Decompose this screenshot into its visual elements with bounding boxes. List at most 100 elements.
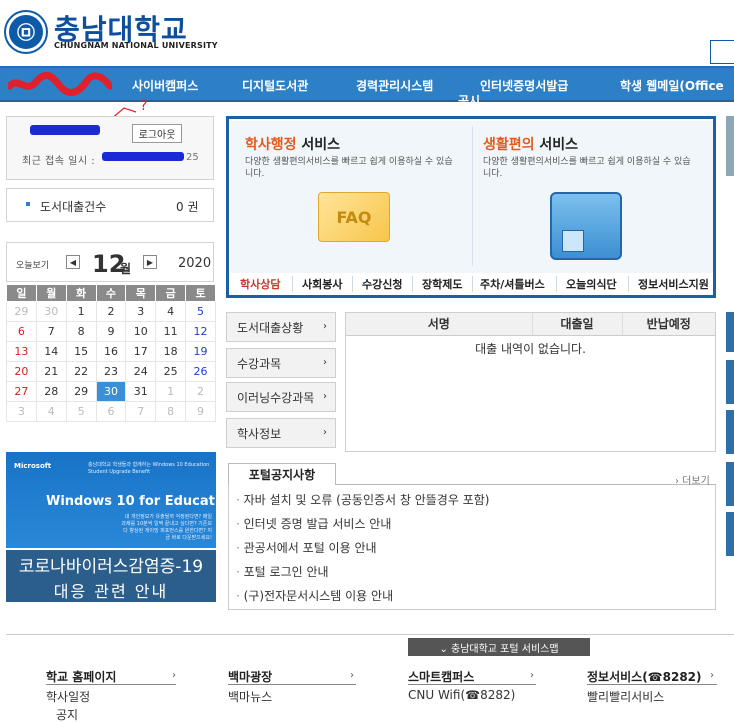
calendar-day[interactable]: 23 <box>95 361 127 382</box>
tab-scholarship[interactable]: 장학제도 <box>422 276 462 292</box>
notice-item[interactable]: 포털 로그인 안내 <box>236 563 329 580</box>
side-btn-elearning[interactable]: 이러닝수강과목 › <box>226 382 336 412</box>
tab-course-registration[interactable]: 수강신청 <box>362 276 402 292</box>
calendar-day[interactable]: 27 <box>6 381 37 402</box>
calendar-day[interactable]: 18 <box>155 341 187 362</box>
campus-map-icon[interactable] <box>550 192 622 260</box>
right-edge-banner[interactable] <box>726 512 734 556</box>
calendar-day[interactable]: 25 <box>155 361 187 382</box>
calendar-day[interactable]: 20 <box>6 361 37 382</box>
notice-item[interactable]: 자바 설치 및 오류 (공동인증서 창 안뜰경우 포함) <box>236 491 490 508</box>
calendar-day[interactable]: 9 <box>95 321 127 342</box>
footer-link[interactable]: 학사일정 <box>46 688 90 705</box>
calendar-day[interactable]: 28 <box>35 381 67 402</box>
calendar-prev-icon[interactable]: ◀ <box>66 255 80 269</box>
logo-emblem[interactable]: ㉤ <box>6 12 46 52</box>
life-service-title-rest: 서비스 <box>534 137 579 153</box>
footer-head-info-service[interactable]: 정보서비스(☎8282) <box>587 668 702 685</box>
calendar-day[interactable]: 22 <box>65 361 97 382</box>
calendar-day[interactable]: 26 <box>185 361 216 382</box>
tab-academic-counsel[interactable]: 학사상담 <box>240 276 280 292</box>
top-search-box[interactable] <box>710 40 734 64</box>
footer-head-smart-campus[interactable]: 스마트캠퍼스 <box>408 668 474 685</box>
notice-item[interactable]: (구)전자문서시스템 이용 안내 <box>236 587 393 604</box>
right-edge-banner[interactable] <box>726 116 734 176</box>
nav-item-cyber-campus[interactable]: 사이버캠퍼스 <box>132 77 198 94</box>
calendar-day[interactable]: 5 <box>185 301 216 322</box>
calendar-day[interactable]: 21 <box>35 361 67 382</box>
calendar-day[interactable]: 14 <box>35 341 67 362</box>
academic-service-title[interactable]: 학사행정 서비스 <box>245 134 340 154</box>
calendar-day[interactable]: 30 <box>35 301 67 322</box>
side-btn-academic-info[interactable]: 학사정보 › <box>226 418 336 448</box>
tab-social-service[interactable]: 사회봉사 <box>302 276 342 292</box>
calendar-day[interactable]: 19 <box>185 341 216 362</box>
calendar-day[interactable]: 11 <box>155 321 187 342</box>
calendar-day[interactable]: 7 <box>125 401 157 422</box>
calendar-day[interactable]: 4 <box>155 301 187 322</box>
calendar-day[interactable]: 3 <box>125 301 157 322</box>
calendar-day[interactable]: 4 <box>35 401 67 422</box>
nav-item-digital-library[interactable]: 디지털도서관 <box>242 77 308 94</box>
logout-button[interactable]: 로그아웃 <box>132 124 182 143</box>
calendar-next-icon[interactable]: ▶ <box>143 255 157 269</box>
calendar-day[interactable]: 2 <box>185 381 216 402</box>
chevron-right-icon: › <box>323 357 327 368</box>
footer-link[interactable]: 백마뉴스 <box>228 688 272 705</box>
service-map-button[interactable]: ⌄ 충남대학교 포털 서비스맵 <box>408 638 590 656</box>
loan-table: 서명 대출일 반납예정 대출 내역이 없습니다. <box>345 312 716 452</box>
faq-icon[interactable]: FAQ <box>318 192 390 242</box>
calendar-day[interactable]: 8 <box>155 401 187 422</box>
calendar-day[interactable]: 13 <box>6 341 37 362</box>
calendar-day[interactable]: 1 <box>65 301 97 322</box>
notice-more-link[interactable]: › 더보기 <box>675 472 710 487</box>
right-edge-banner[interactable] <box>726 312 734 352</box>
nav-item-career-system[interactable]: 경력관리시스템 <box>356 77 433 94</box>
tab-today-menu[interactable]: 오늘의식단 <box>566 276 617 292</box>
side-btn-courses[interactable]: 수강과목 › <box>226 348 336 378</box>
calendar-day[interactable]: 3 <box>6 401 37 422</box>
tab-portal-notices[interactable]: 포털공지사항 <box>228 463 336 485</box>
calendar-day[interactable]: 31 <box>125 381 157 402</box>
right-edge-banner[interactable] <box>726 360 734 404</box>
calendar-day[interactable]: 29 <box>6 301 37 322</box>
calendar-day[interactable]: 9 <box>185 401 216 422</box>
notice-item[interactable]: 인터넷 증명 발급 서비스 안내 <box>236 515 392 532</box>
side-btn-loan-status[interactable]: 도서대출상황 › <box>226 312 336 342</box>
tab-info-service[interactable]: 정보서비스지원 <box>638 276 709 292</box>
calendar-day[interactable]: 1 <box>155 381 187 402</box>
calendar-day[interactable]: 12 <box>185 321 216 342</box>
calendar-day[interactable]: 30 <box>95 381 127 402</box>
notice-item[interactable]: 관공서에서 포털 이용 안내 <box>236 539 377 556</box>
right-edge-banner[interactable] <box>726 462 734 506</box>
calendar-day[interactable]: 5 <box>65 401 97 422</box>
nav-item-wrap-text[interactable]: 공시 <box>458 92 480 109</box>
nav-item-certificate[interactable]: 인터넷증명서발급 <box>480 77 568 94</box>
calendar-day[interactable]: 15 <box>65 341 97 362</box>
calendar-day[interactable]: 17 <box>125 341 157 362</box>
right-edge-banner[interactable] <box>726 410 734 454</box>
loan-count-value: 0 권 <box>176 200 199 214</box>
calendar-day[interactable]: 6 <box>6 321 37 342</box>
calendar-day[interactable]: 10 <box>125 321 157 342</box>
calendar-today-button[interactable]: 오늘보기 <box>16 258 49 271</box>
calendar-day[interactable]: 24 <box>125 361 157 382</box>
calendar-day[interactable]: 6 <box>95 401 127 422</box>
nav-item-webmail[interactable]: 학생 웹메일(Office <box>620 77 724 94</box>
footer-link[interactable]: 공지 <box>56 706 78 723</box>
life-service-title[interactable]: 생활편의 서비스 <box>483 134 578 154</box>
calendar-day[interactable]: 7 <box>35 321 67 342</box>
calendar-day[interactable]: 29 <box>65 381 97 402</box>
tab-parking-shuttle[interactable]: 주차/셔틀버스 <box>480 276 545 292</box>
calendar-day[interactable]: 2 <box>95 301 127 322</box>
windows-banner-title: Windows 10 for Education <box>46 494 238 509</box>
academic-service-title-highlight: 학사행정 <box>245 137 297 153</box>
footer-link[interactable]: 빨리빨리서비스 <box>587 688 664 705</box>
calendar-day[interactable]: 8 <box>65 321 97 342</box>
calendar-day[interactable]: 16 <box>95 341 127 362</box>
footer-link[interactable]: CNU Wifi(☎8282) <box>408 688 515 702</box>
academic-service-desc: 다양한 생활편의서비스를 빠르고 쉽게 이용하실 수 있습니다. <box>245 157 453 179</box>
microsoft-logo: Microsoft <box>14 462 52 470</box>
footer-head-homepage[interactable]: 학교 홈페이지 <box>46 668 116 685</box>
footer-head-baekma[interactable]: 백마광장 <box>228 668 272 685</box>
